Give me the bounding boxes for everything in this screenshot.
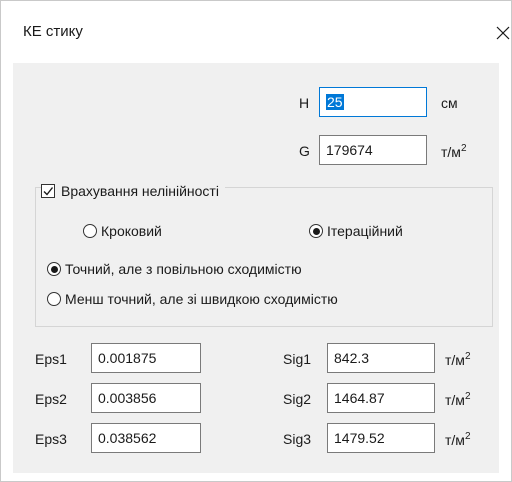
thickness-label: H <box>299 95 310 111</box>
sig1-unit: т/м2 <box>445 351 471 368</box>
precise-radio-button[interactable] <box>47 262 61 276</box>
fast-radio-button[interactable] <box>47 292 61 306</box>
iterative-radio-button[interactable] <box>309 224 323 238</box>
radio-iterative[interactable]: Ітераційний <box>309 223 403 239</box>
dialog-content: H 25 см G 179674 т/м2 Врахування неліній… <box>13 63 499 473</box>
sig3-unit: т/м2 <box>445 431 471 448</box>
shear-modulus-unit: т/м2 <box>441 143 467 160</box>
step-radio-label: Кроковий <box>101 223 162 239</box>
sig1-value: 842.3 <box>334 350 370 366</box>
sig2-unit-exp: 2 <box>464 391 471 402</box>
sig3-unit-base: т/м <box>445 432 465 448</box>
eps3-value: 0.038562 <box>98 430 157 446</box>
window-title: КЕ стику <box>23 23 83 40</box>
nonlinearity-checkbox[interactable] <box>41 184 55 198</box>
shear-modulus-value: 179674 <box>326 142 373 158</box>
eps2-input[interactable]: 0.003856 <box>91 383 201 413</box>
sig2-label: Sig2 <box>283 391 312 407</box>
eps3-input[interactable]: 0.038562 <box>91 423 201 453</box>
title-bar: КЕ стику <box>1 1 511 59</box>
sig3-unit-exp: 2 <box>464 431 471 442</box>
precise-radio-label: Точний, але з повільною сходимістю <box>65 261 302 277</box>
radio-step[interactable]: Кроковий <box>83 223 162 239</box>
thickness-input[interactable]: 25 <box>319 87 427 117</box>
checkmark-icon <box>43 187 54 196</box>
radio-fast[interactable]: Менш точний, але зі швидкою сходимістю <box>47 291 338 307</box>
radio-selected-dot <box>50 265 58 273</box>
close-icon <box>496 26 510 40</box>
iterative-radio-label: Ітераційний <box>327 223 403 239</box>
close-button[interactable] <box>489 15 512 51</box>
shear-modulus-label: G <box>299 143 310 159</box>
dialog-window: КЕ стику H 25 см G 179674 т/м2 Врахуванн… <box>0 0 512 482</box>
sig1-unit-exp: 2 <box>464 351 471 362</box>
eps1-value: 0.001875 <box>98 350 157 366</box>
eps1-input[interactable]: 0.001875 <box>91 343 201 373</box>
thickness-unit: см <box>441 95 458 111</box>
sig3-value: 1479.52 <box>334 430 385 446</box>
eps3-label: Eps3 <box>35 431 67 447</box>
radio-precise[interactable]: Точний, але з повільною сходимістю <box>47 261 302 277</box>
sig3-input[interactable]: 1479.52 <box>327 423 435 453</box>
sig2-unit-base: т/м <box>445 392 465 408</box>
nonlinearity-checkbox-label: Врахування нелінійності <box>61 183 219 199</box>
eps2-label: Eps2 <box>35 391 67 407</box>
thickness-value: 25 <box>326 94 344 110</box>
sig1-input[interactable]: 842.3 <box>327 343 435 373</box>
sig3-label: Sig3 <box>283 431 312 447</box>
sig1-label: Sig1 <box>283 351 312 367</box>
sig2-input[interactable]: 1464.87 <box>327 383 435 413</box>
sig2-unit: т/м2 <box>445 391 471 408</box>
shear-modulus-unit-exp: 2 <box>460 143 467 154</box>
eps1-label: Eps1 <box>35 351 67 367</box>
sig1-unit-base: т/м <box>445 352 465 368</box>
radio-selected-dot <box>312 227 320 235</box>
nonlinearity-checkbox-row[interactable]: Врахування нелінійності <box>41 180 225 202</box>
shear-modulus-unit-base: т/м <box>441 144 461 160</box>
step-radio-button[interactable] <box>83 224 97 238</box>
fast-radio-label: Менш точний, але зі швидкою сходимістю <box>65 291 338 307</box>
eps2-value: 0.003856 <box>98 390 157 406</box>
sig2-value: 1464.87 <box>334 390 385 406</box>
shear-modulus-input[interactable]: 179674 <box>319 135 427 165</box>
